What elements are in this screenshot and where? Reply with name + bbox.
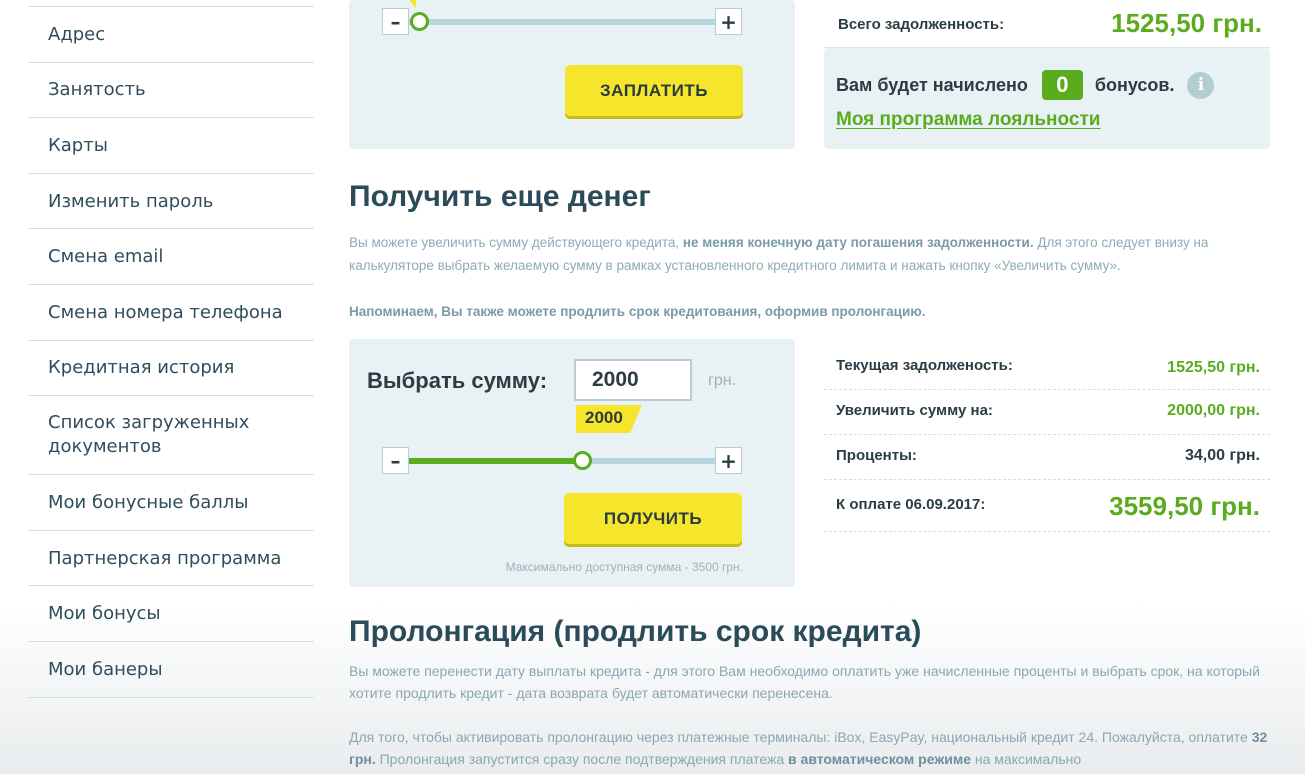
slider-knob[interactable] [573,451,592,470]
total-debt-value: 1525,50 грн. [1111,8,1262,38]
slider-plus-button[interactable]: + [715,447,742,474]
sidebar-item-uploaded-documents[interactable]: Список загруженных документов [28,396,314,476]
prolong-text-c: на максимально [971,751,1082,767]
amount-calculator: Выбрать сумму: грн. 2000 – + ПОЛУЧИТЬ Ма… [349,339,795,587]
get-more-text-a: Вы можете увеличить сумму действующего к… [349,235,683,250]
sidebar-item-credit-history[interactable]: Кредитная история [28,341,314,397]
max-amount-note: Максимально доступная сумма - 3500 грн. [505,560,743,574]
amount-input[interactable] [574,359,692,401]
slider-minus-button[interactable]: – [382,447,409,474]
slider-fill [409,458,583,464]
get-more-reminder: Напоминаем, Вы также можете продлить сро… [349,300,1269,323]
summary-row-increase: Увеличить сумму на: 2000,00 грн. [824,390,1270,435]
slider-track [409,19,715,25]
total-debt-row: Всего задолженность: 1525,50 грн. [824,0,1270,48]
amount-label: Выбрать сумму: [367,368,548,393]
summary-value: 34,00 грн. [1184,447,1260,464]
sidebar-item-change-phone[interactable]: Смена номера телефона [28,285,314,341]
payment-panel: – + ЗАПЛАТИТЬ [349,0,795,149]
summary-row-interest: Проценты: 34,00 грн. [824,435,1270,480]
prolong-description: Вы можете перенести дату выплаты кредита… [349,663,1260,701]
prolong-terminals-text: Для того, чтобы активировать пролонгацию… [349,726,1269,770]
sidebar-item-change-password[interactable]: Изменить пароль [28,174,314,230]
bonus-suffix: бонусов. [1094,74,1175,95]
summary-row-total-due: К оплате 06.09.2017: 3559,50 грн. [824,480,1270,532]
summary-value: 1525,50 грн. [1167,359,1260,376]
slider-plus-button[interactable]: + [715,8,742,35]
summary-total-value: 3559,50 грн. [1109,491,1260,521]
get-more-text-bold: не меняя конечную дату погашения задолже… [682,235,1034,250]
summary-label: К оплате 06.09.2017: [836,496,986,513]
sidebar-item-partner-program[interactable]: Партнерская программа [28,531,314,587]
prolong-auto-mode: в автоматическом режиме [788,751,971,767]
amount-slider[interactable]: – + [382,447,742,475]
prolong-title: Пролонгация (продлить срок кредита) [349,615,922,648]
sidebar-item-my-bonuses[interactable]: Мои бонусы [28,586,314,642]
summary-row-current-debt: Текущая задолженость: 1525,50 грн. [824,345,1270,390]
get-more-description: Вы можете увеличить сумму действующего к… [349,231,1269,277]
loyalty-program-link[interactable]: Моя программа лояльности [836,109,1100,131]
info-icon[interactable]: i [1187,71,1215,99]
get-money-button[interactable]: ПОЛУЧИТЬ [564,493,742,544]
sidebar-item-address[interactable]: Адрес [28,7,314,63]
slider-flag-tail [409,0,416,8]
sidebar-item-my-banners[interactable]: Мои банеры [28,642,314,698]
amount-unit: грн. [708,372,737,389]
bonus-count-badge: 0 [1041,70,1083,100]
slider-knob[interactable] [410,12,429,31]
payment-slider[interactable]: – + [382,8,742,36]
sidebar-item-bonus-points[interactable]: Мои бонусные баллы [28,475,314,531]
sidebar-item-employment[interactable]: Занятость [28,63,314,119]
bonus-line: Вам будет начислено 0 бонусов. i [836,70,1215,100]
slider-minus-button[interactable]: – [382,8,409,35]
sidebar-menu: Адрес Занятость Карты Изменить пароль См… [28,6,314,698]
prolong-text-a: Для того, чтобы активировать пролонгацию… [349,729,1252,745]
summary-value: 2000,00 грн. [1167,402,1260,419]
sidebar-item-change-email[interactable]: Смена email [28,229,314,285]
bonus-prefix: Вам будет начислено [836,74,1028,95]
pay-button[interactable]: ЗАПЛАТИТЬ [565,65,743,116]
bonus-panel: Вам будет начислено 0 бонусов. i Моя про… [824,48,1270,149]
total-debt-label: Всего задолженность: [838,16,1005,33]
sidebar-item-cards[interactable]: Карты [28,118,314,174]
get-more-title: Получить еще денег [349,180,651,213]
summary-label: Проценты: [836,447,917,464]
get-more-reminder-text: Напоминаем, Вы также можете продлить сро… [349,304,926,319]
summary-label: Увеличить сумму на: [836,402,993,419]
slider-value-flag: 2000 [576,405,642,433]
prolong-text-b: Пролонгация запустится сразу после подтв… [375,751,789,767]
summary-label: Текущая задолженость: [836,357,1013,374]
